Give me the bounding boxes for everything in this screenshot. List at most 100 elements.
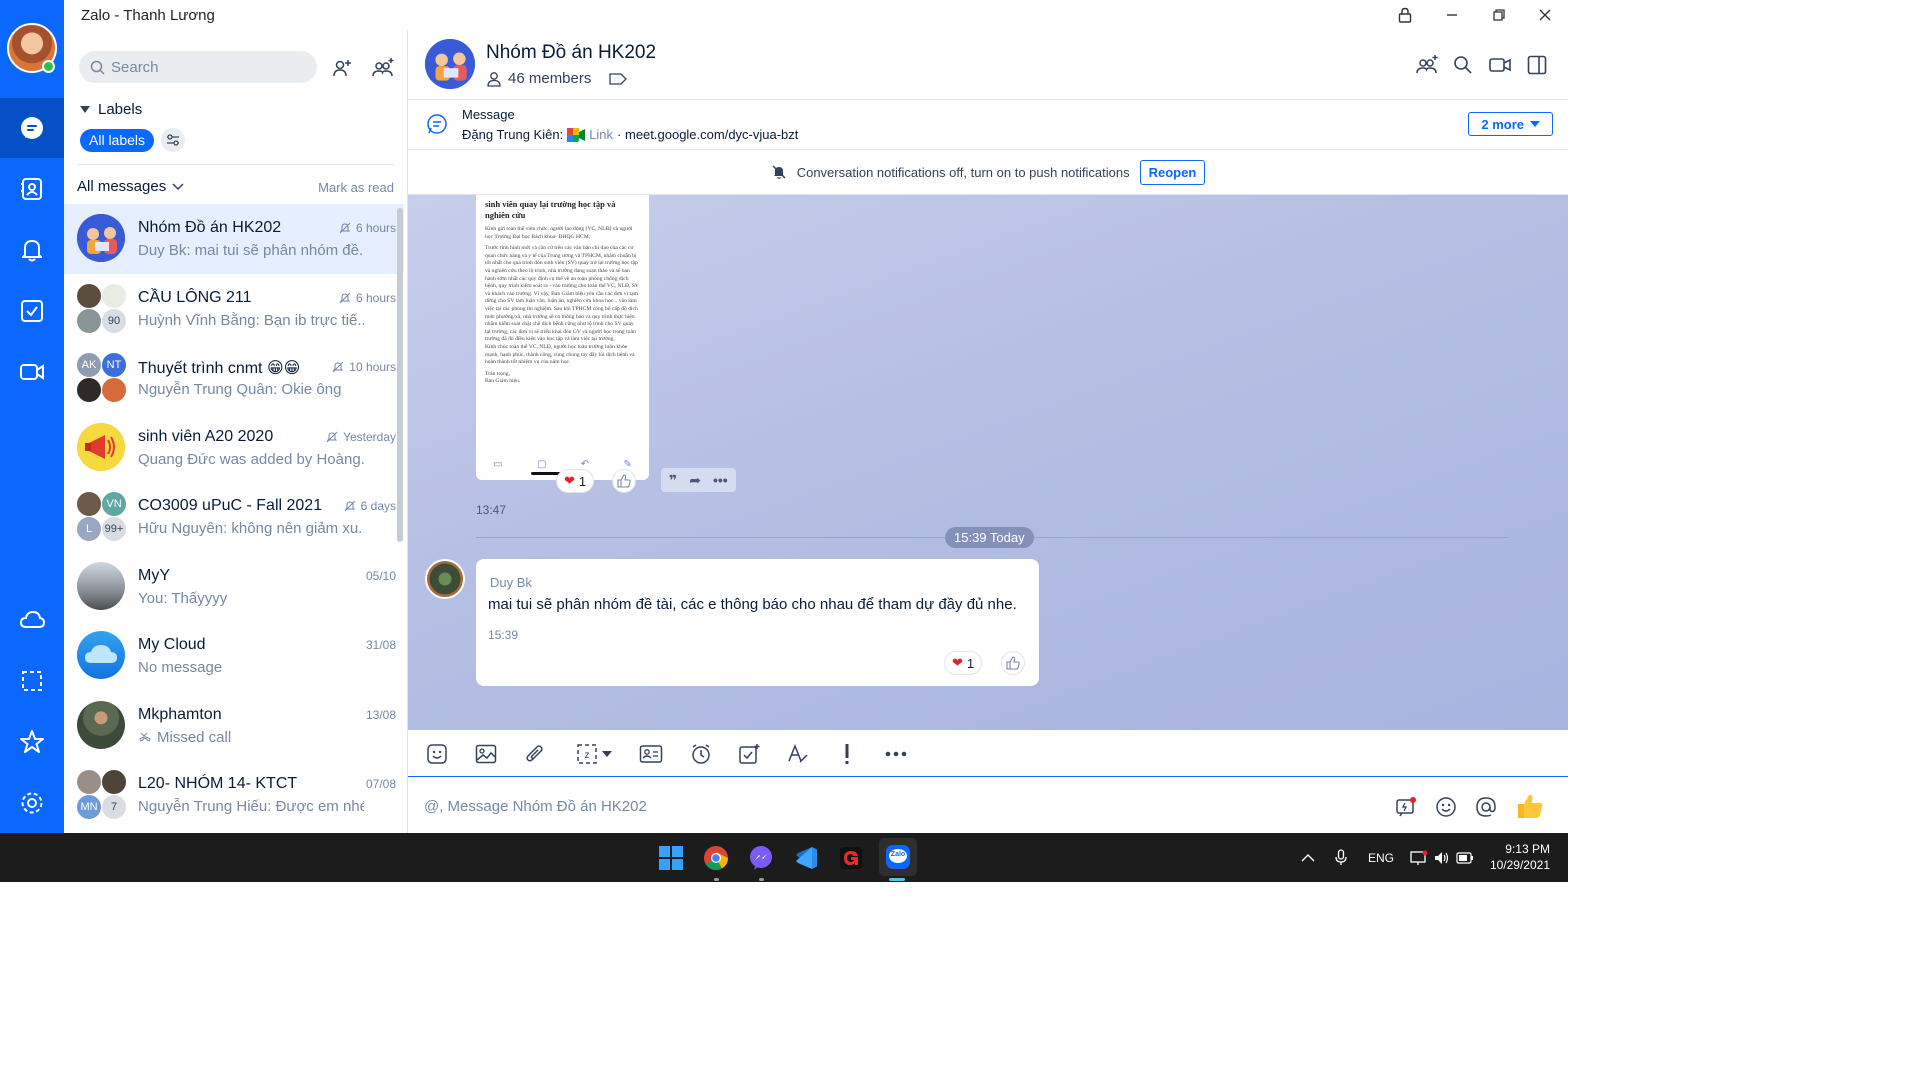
- muted-bell-icon: [326, 431, 338, 442]
- document-image-message[interactable]: sinh viên quay lại trường học tập và ngh…: [476, 195, 649, 480]
- conversation-item[interactable]: AK NT Thuyết trình cnmt 😁😁 Nguyễn Trung …: [64, 343, 404, 413]
- document-heading: sinh viên quay lại trường học tập và ngh…: [485, 199, 616, 220]
- group-members[interactable]: 46 members: [486, 70, 628, 87]
- taskbar-clock[interactable]: 9:13 PM 10/29/2021: [1490, 841, 1550, 873]
- member-count-badge: 7: [101, 794, 127, 820]
- chrome-app[interactable]: [699, 841, 733, 875]
- react-like-button[interactable]: [1001, 651, 1025, 675]
- input-language[interactable]: ENG: [1368, 851, 1394, 865]
- message-bubble[interactable]: Duy Bk mai tui sẽ phân nhóm đề tài, các …: [476, 559, 1039, 686]
- running-indicator: [759, 878, 764, 881]
- group-name: Nhóm Đồ án HK202: [486, 42, 657, 63]
- all-messages-filter[interactable]: All messages: [77, 178, 184, 195]
- reaction-summary[interactable]: ❤ 1: [944, 651, 983, 675]
- battery-icon[interactable]: [1456, 851, 1474, 864]
- title-bar: Zalo - Thanh Lương: [64, 0, 1568, 30]
- forward-icon[interactable]: ➦: [689, 472, 701, 489]
- conversation-item[interactable]: sinh viên A20 2020 Quang Đức was added b…: [64, 413, 404, 483]
- close-button[interactable]: [1522, 0, 1568, 30]
- nav-settings[interactable]: [0, 773, 64, 833]
- caret-down-icon: [80, 105, 90, 113]
- nav-screenshot[interactable]: [0, 651, 64, 711]
- conversation-scrollbar[interactable]: [397, 208, 403, 542]
- nav-messages[interactable]: [0, 98, 64, 158]
- cloud-icon: [85, 645, 117, 663]
- share-contact-button[interactable]: [638, 741, 664, 767]
- muted-bell-icon: [332, 361, 344, 373]
- conversation-time-text: 6 hours: [355, 221, 396, 235]
- search-messages-button[interactable]: [1450, 52, 1476, 78]
- quote-icon[interactable]: ❞: [669, 472, 677, 489]
- restore-button[interactable]: [1476, 0, 1522, 30]
- nav-favorites[interactable]: [0, 712, 64, 772]
- zalo-app[interactable]: Zalo: [879, 838, 917, 876]
- chat-bubble-icon: [427, 114, 447, 134]
- reminder-button[interactable]: [688, 741, 714, 767]
- nav-notifications[interactable]: [0, 220, 64, 280]
- nav-todo[interactable]: [0, 281, 64, 341]
- group-avatar[interactable]: [425, 39, 475, 89]
- conversation-item[interactable]: Nhóm Đồ án HK202 Duy Bk: mai tui sẽ phân…: [64, 204, 404, 274]
- emoji-button[interactable]: [1433, 794, 1459, 820]
- reopen-button[interactable]: Reopen: [1139, 159, 1206, 185]
- gear-icon: [21, 792, 43, 814]
- garena-app[interactable]: [834, 841, 868, 875]
- toggle-info-panel-button[interactable]: [1524, 52, 1550, 78]
- add-user-icon: [333, 60, 351, 77]
- assign-task-button[interactable]: [736, 741, 762, 767]
- network-icon[interactable]: [1410, 850, 1428, 866]
- quick-message-button[interactable]: [1393, 794, 1419, 820]
- conversation-item[interactable]: Mkphamton Missed call 13/08: [64, 691, 404, 761]
- mark-as-read-link[interactable]: Mark as read: [318, 180, 394, 195]
- mention-button[interactable]: [1473, 794, 1499, 820]
- conversation-item[interactable]: VN L 99+ CO3009 uPuC - Fall 2021 Hữu Ngu…: [64, 482, 404, 552]
- tag-icon[interactable]: [609, 72, 628, 85]
- screenshot-button[interactable]: z: [571, 741, 617, 767]
- search-input[interactable]: Search: [79, 51, 317, 83]
- nav-contacts[interactable]: [0, 159, 64, 219]
- sender-avatar[interactable]: [425, 559, 465, 599]
- conversation-preview: No message: [138, 659, 223, 676]
- messenger-icon: [750, 846, 772, 870]
- all-labels-chip[interactable]: All labels: [80, 129, 155, 152]
- conversation-item[interactable]: MyY You: Thấyyyy 05/10: [64, 552, 404, 622]
- video-call-button[interactable]: [1487, 52, 1513, 78]
- more-pinned-button[interactable]: 2 more: [1468, 112, 1553, 136]
- attach-file-button[interactable]: [522, 741, 548, 767]
- add-friend-button[interactable]: [328, 54, 356, 82]
- chevron-up-icon[interactable]: [1301, 853, 1315, 862]
- conversation-item[interactable]: 90 CẦU LÔNG 211 Huỳnh Vĩnh Bằng: Bạn ib …: [64, 274, 404, 344]
- conversation-item[interactable]: My Cloud No message 31/08: [64, 621, 404, 691]
- lock-button[interactable]: [1382, 0, 1428, 30]
- sticker-button[interactable]: [424, 741, 450, 767]
- mark-important-button[interactable]: [834, 741, 860, 767]
- reaction-summary[interactable]: ❤ 1: [556, 469, 595, 493]
- messenger-app[interactable]: [744, 841, 778, 875]
- speaker-icon[interactable]: [1434, 851, 1450, 865]
- image-button[interactable]: [473, 741, 499, 767]
- more-options-button[interactable]: [883, 741, 909, 767]
- message-input[interactable]: @, Message Nhóm Đồ án HK202: [424, 798, 647, 815]
- text-format-button[interactable]: [785, 741, 811, 767]
- labels-toggle[interactable]: Labels: [80, 101, 142, 118]
- minimize-button[interactable]: [1429, 0, 1475, 30]
- pinned-link-url[interactable]: · meet.google.com/dyc-vjua-bzt: [617, 127, 798, 142]
- react-like-button[interactable]: [612, 469, 636, 493]
- conversation-item[interactable]: MN 7 L20- NHÓM 14- KTCT Nguyễn Trung Hiế…: [64, 760, 404, 830]
- nav-video-call[interactable]: [0, 342, 64, 402]
- conversation-time: 05/10: [366, 569, 396, 583]
- nav-cloud[interactable]: [0, 590, 64, 650]
- pinned-message-bar[interactable]: Message Đặng Trung Kiên: Link · meet.goo…: [408, 100, 1568, 150]
- add-member-button[interactable]: [1414, 52, 1440, 78]
- group-member-avatar: [101, 377, 127, 403]
- send-like-button[interactable]: [1514, 791, 1546, 821]
- vscode-app[interactable]: [789, 841, 823, 875]
- quick-message-icon: [1396, 797, 1416, 817]
- start-button[interactable]: [654, 841, 688, 875]
- contact-card-icon: [639, 745, 663, 763]
- microphone-icon[interactable]: [1335, 849, 1347, 866]
- create-group-button[interactable]: [369, 54, 397, 82]
- notification-text: Conversation notifications off, turn on …: [796, 164, 1130, 180]
- more-icon[interactable]: •••: [713, 472, 728, 488]
- label-filter-button[interactable]: [161, 128, 185, 152]
